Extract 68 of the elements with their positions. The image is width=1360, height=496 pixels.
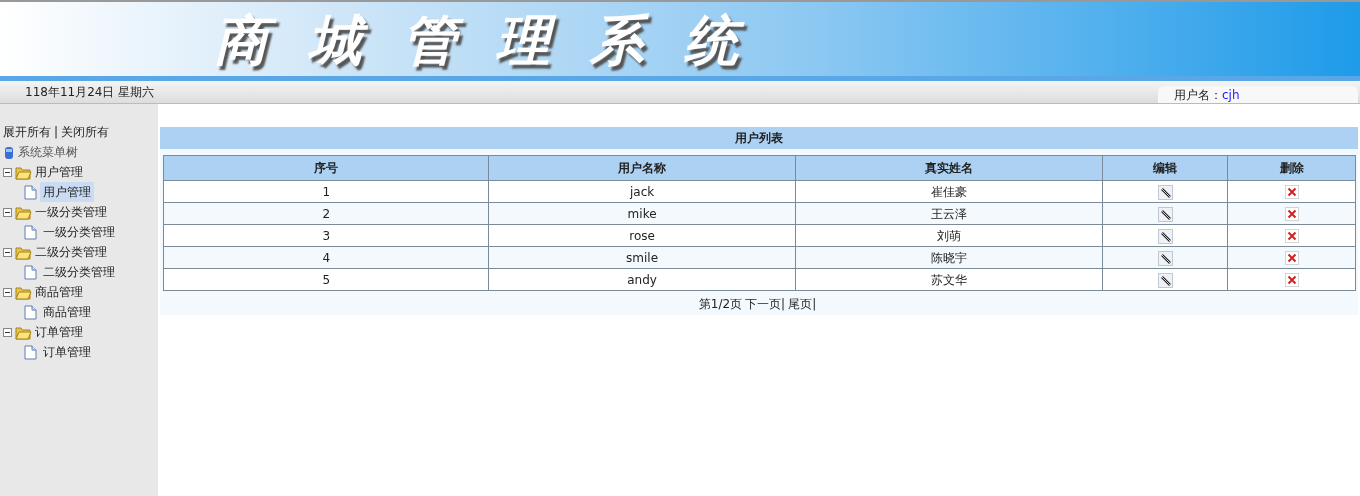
folder-icon [15,244,32,260]
table-cell: rose [488,224,796,247]
tree-item[interactable]: 二级分类管理 [40,262,118,282]
tree-folder[interactable]: 二级分类管理 [35,242,107,262]
table-cell: 3 [163,224,489,247]
collapse-icon[interactable] [3,327,12,337]
delete-icon[interactable] [1284,207,1299,221]
app-title: 商城管理系统 [214,7,779,74]
table-cell: 王云泽 [795,202,1103,225]
table-cell: 1 [163,180,489,203]
page-info: 第1/2页 [698,297,743,311]
edit-icon[interactable] [1157,272,1173,288]
tree-item[interactable]: 订单管理 [40,342,94,362]
tree-action-link[interactable]: 关闭所有 [61,125,110,139]
column-header: 真实姓名 [795,155,1103,181]
edit-icon[interactable] [1157,184,1173,200]
folder-icon [15,204,32,220]
document-icon [23,184,37,200]
separator-text: | [54,125,59,139]
edit-icon[interactable] [1157,228,1173,244]
folder-icon [15,324,32,340]
edit-icon[interactable] [1157,250,1173,266]
delete-icon[interactable] [1284,229,1299,243]
column-header: 删除 [1227,155,1356,181]
database-icon [3,145,15,160]
user-label: 用户名： [1174,88,1222,102]
tree-action-link[interactable]: 展开所有 [3,125,51,139]
document-icon [23,264,37,280]
collapse-icon[interactable] [3,287,12,297]
table-cell: 崔佳豪 [795,180,1103,203]
pager-link[interactable]: 尾页| [788,297,817,311]
folder-icon [15,164,32,180]
tree-folder[interactable]: 商品管理 [35,282,83,302]
document-icon [23,304,37,320]
table-cell: 4 [163,246,489,269]
document-icon [23,344,37,360]
tree-item[interactable]: 商品管理 [40,302,94,322]
column-header: 序号 [163,155,489,181]
table-cell: 2 [163,202,489,225]
document-icon [23,224,37,240]
table-cell: 刘萌 [795,224,1103,247]
table-cell: 苏文华 [795,268,1103,291]
column-header: 用户名称 [488,155,796,181]
tree-item[interactable]: 一级分类管理 [40,222,118,242]
table-cell: andy [488,268,796,291]
table-cell: smile [488,246,796,269]
table-cell: mike [488,202,796,225]
folder-icon [15,284,32,300]
collapse-icon[interactable] [3,167,12,177]
tree-item[interactable]: 用户管理 [40,182,94,202]
table-cell: 5 [163,268,489,291]
user-name: cjh [1222,88,1240,102]
tree-folder[interactable]: 订单管理 [35,322,83,342]
pager-link[interactable]: 下一页| [745,297,786,311]
table-cell: 陈晓宇 [795,246,1103,269]
tree-root: 系统菜单树 [18,145,78,159]
date-text: 118年11月24日 星期六 [25,84,155,101]
collapse-icon[interactable] [3,247,12,257]
edit-icon[interactable] [1157,206,1173,222]
tree-folder[interactable]: 一级分类管理 [35,202,107,222]
table-cell: jack [488,180,796,203]
collapse-icon[interactable] [3,207,12,217]
column-header: 编辑 [1102,155,1228,181]
delete-icon[interactable] [1284,273,1299,287]
delete-icon[interactable] [1284,185,1299,199]
delete-icon[interactable] [1284,251,1299,265]
list-title: 用户列表 [160,127,1358,149]
tree-folder[interactable]: 用户管理 [35,162,83,182]
